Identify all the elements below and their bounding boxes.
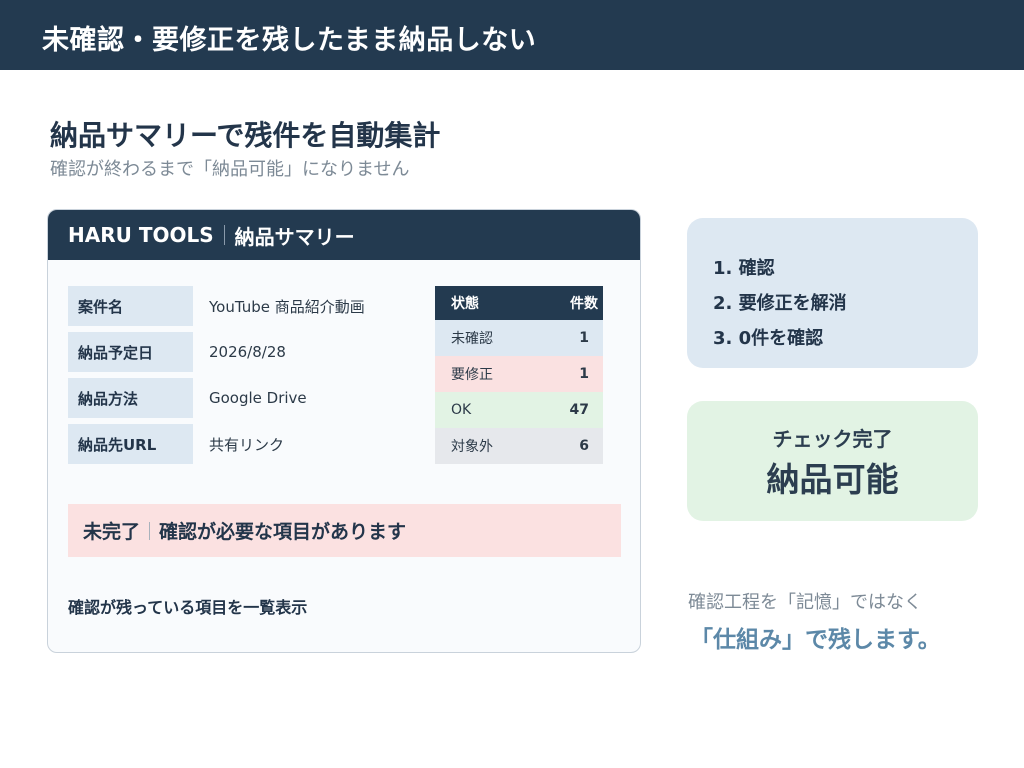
- alert-message: 確認が必要な項目があります: [159, 521, 407, 543]
- row-status: 対象外: [451, 439, 493, 455]
- title-bar: 未確認・要修正を残したまま納品しない: [0, 0, 1024, 70]
- closing-note-line1: 確認工程を「記憶」ではなく: [688, 592, 922, 613]
- table-row-needs-fix: 要修正 1: [435, 356, 603, 392]
- section-subheading: 確認が終わるまで「納品可能」になりません: [50, 159, 410, 180]
- slide-title: 未確認・要修正を残したまま納品しない: [42, 25, 537, 56]
- closing-note-line2: 「仕組み」で残します。: [690, 627, 941, 653]
- alert-divider: [149, 521, 151, 540]
- row-count: 6: [579, 438, 589, 454]
- check-complete-label: チェック完了: [772, 427, 893, 451]
- field-value-method: Google Drive: [209, 389, 307, 407]
- card-header: HARU TOOLS 納品サマリー: [48, 210, 640, 260]
- header-count: 件数: [570, 296, 598, 312]
- table-row-unconfirmed: 未確認 1: [435, 320, 603, 356]
- alert-status: 未完了: [83, 521, 141, 543]
- step-item: 3. 0件を確認: [713, 328, 824, 349]
- section-heading: 納品サマリーで残件を自動集計: [50, 119, 441, 152]
- card-title: 納品サマリー: [234, 224, 355, 249]
- row-status: 要修正: [451, 367, 493, 383]
- step-item: 1. 確認: [713, 258, 775, 279]
- field-value-due-date: 2026/8/28: [209, 343, 286, 361]
- header-divider: [223, 225, 225, 245]
- row-count: 47: [569, 402, 589, 418]
- row-status: OK: [451, 402, 472, 418]
- brand-name: HARU TOOLS: [68, 223, 214, 247]
- delivery-summary-card: HARU TOOLS 納品サマリー 案件名 YouTube 商品紹介動画 納品予…: [47, 209, 641, 653]
- field-label-url: 納品先URL: [68, 424, 193, 464]
- field-label-project: 案件名: [68, 286, 193, 326]
- pending-items-caption: 確認が残っている項目を一覧表示: [68, 598, 308, 617]
- row-count: 1: [579, 330, 589, 346]
- deliverable-label: 納品可能: [766, 460, 899, 499]
- incomplete-alert: 未完了 確認が必要な項目があります: [68, 504, 621, 557]
- field-value-project: YouTube 商品紹介動画: [209, 297, 365, 316]
- field-value-url: 共有リンク: [209, 435, 285, 454]
- row-count: 1: [579, 366, 589, 382]
- deliverable-panel: チェック完了 納品可能: [687, 401, 978, 521]
- row-status: 未確認: [451, 331, 493, 347]
- table-row-ok: OK 47: [435, 392, 603, 428]
- table-row-excluded: 対象外 6: [435, 428, 603, 464]
- field-label-method: 納品方法: [68, 378, 193, 418]
- step-item: 2. 要修正を解消: [713, 293, 847, 314]
- field-label-due-date: 納品予定日: [68, 332, 193, 372]
- table-header: 状態 件数: [435, 286, 603, 320]
- steps-panel: 1. 確認 2. 要修正を解消 3. 0件を確認: [687, 218, 978, 368]
- status-count-table: 状態 件数 未確認 1 要修正 1 OK 47 対象外 6: [435, 286, 603, 464]
- header-status: 状態: [451, 296, 479, 312]
